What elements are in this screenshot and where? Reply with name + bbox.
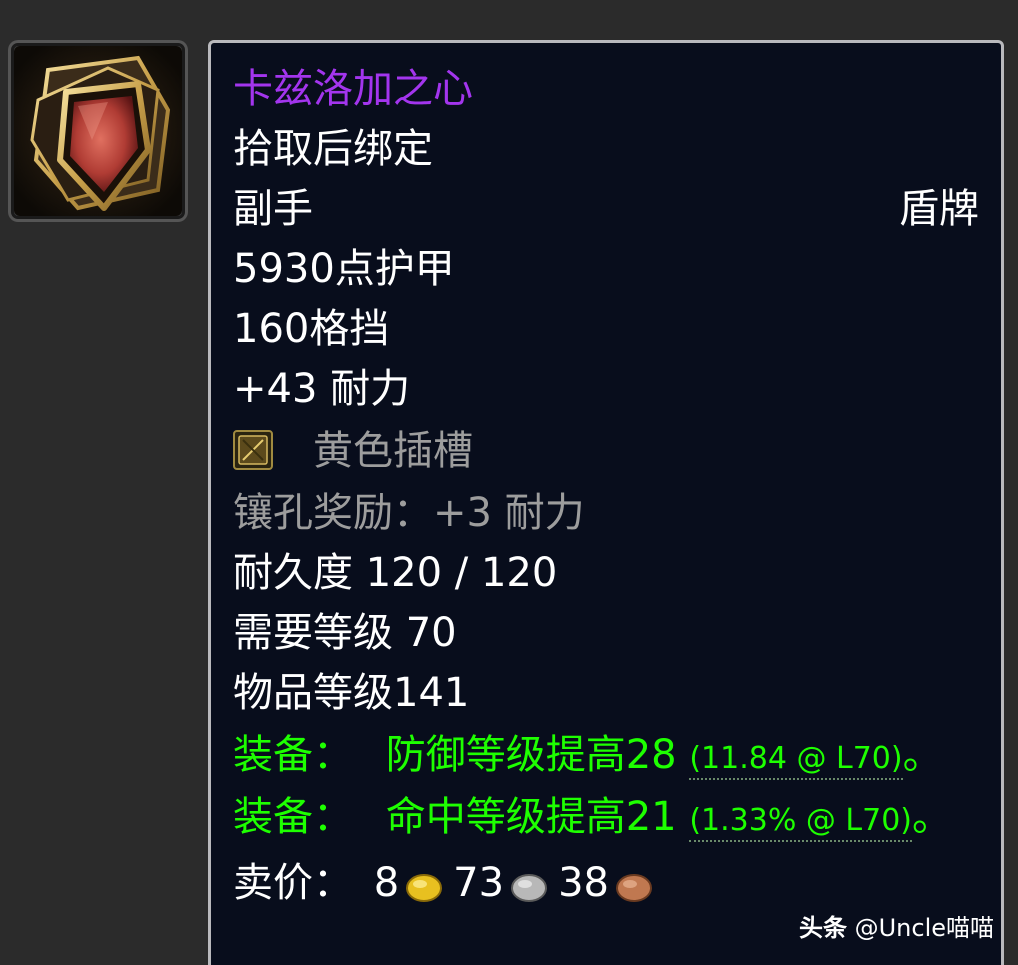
item-type-text: 盾牌 [899,186,979,232]
item-icon-frame[interactable] [8,40,188,222]
silver-amount: 73 [453,860,505,906]
stamina-text: +43 耐力 [233,366,411,412]
yellow-socket-icon[interactable] [233,430,273,470]
socket-text: 黄色插槽 [313,428,473,474]
durability-text: 耐久度 120 / 120 [233,550,558,596]
socket-row: 黄色插槽 [233,427,473,475]
watermark-brand: 头条 [798,914,847,942]
binding-text: 拾取后绑定 [233,126,433,172]
shield-icon [14,46,182,216]
equip-effect-defense: 装备： 防御等级提高28 (11.84 @ L70)。 [233,731,943,783]
socket-bonus-text: 镶孔奖励：+3 耐力 [233,490,585,536]
equip-effect-text: 防御等级提高28 [385,732,677,778]
armor-text: 5930点护甲 [233,246,455,292]
watermark: 头条 @Uncle喵喵 [799,908,994,943]
sell-price-row: 卖价： 8 73 38 [233,859,663,907]
equip-prefix: 装备： [233,732,353,778]
equip-effect-text: 命中等级提高21 [385,794,677,840]
item-name: 卡兹洛加之心 [233,66,473,112]
required-level-text: 需要等级 70 [233,610,457,656]
rating-detail[interactable]: (1.33% @ L70) [689,803,913,842]
item-tooltip: 卡兹洛加之心 拾取后绑定 副手 盾牌 5930点护甲 160格挡 +43 耐力 … [208,40,1004,965]
game-screen: 卡兹洛加之心 拾取后绑定 副手 盾牌 5930点护甲 160格挡 +43 耐力 … [0,0,1018,965]
block-text: 160格挡 [233,306,390,352]
item-level-text: 物品等级141 [233,670,470,716]
copper-amount: 38 [558,860,609,906]
sell-price-label: 卖价： [233,860,353,906]
watermark-handle: @Uncle喵喵 [854,914,994,942]
gold-coin-icon [405,866,443,902]
equip-suffix: 。 [912,794,953,840]
silver-coin-icon [510,866,548,902]
slot-text: 副手 [233,186,313,232]
equip-effect-hit: 装备： 命中等级提高21 (1.33% @ L70)。 [233,793,952,845]
gold-amount: 8 [373,860,400,906]
equip-prefix: 装备： [233,794,353,840]
rating-detail[interactable]: (11.84 @ L70) [689,741,903,780]
equip-suffix: 。 [902,732,943,778]
copper-coin-icon [615,866,653,902]
